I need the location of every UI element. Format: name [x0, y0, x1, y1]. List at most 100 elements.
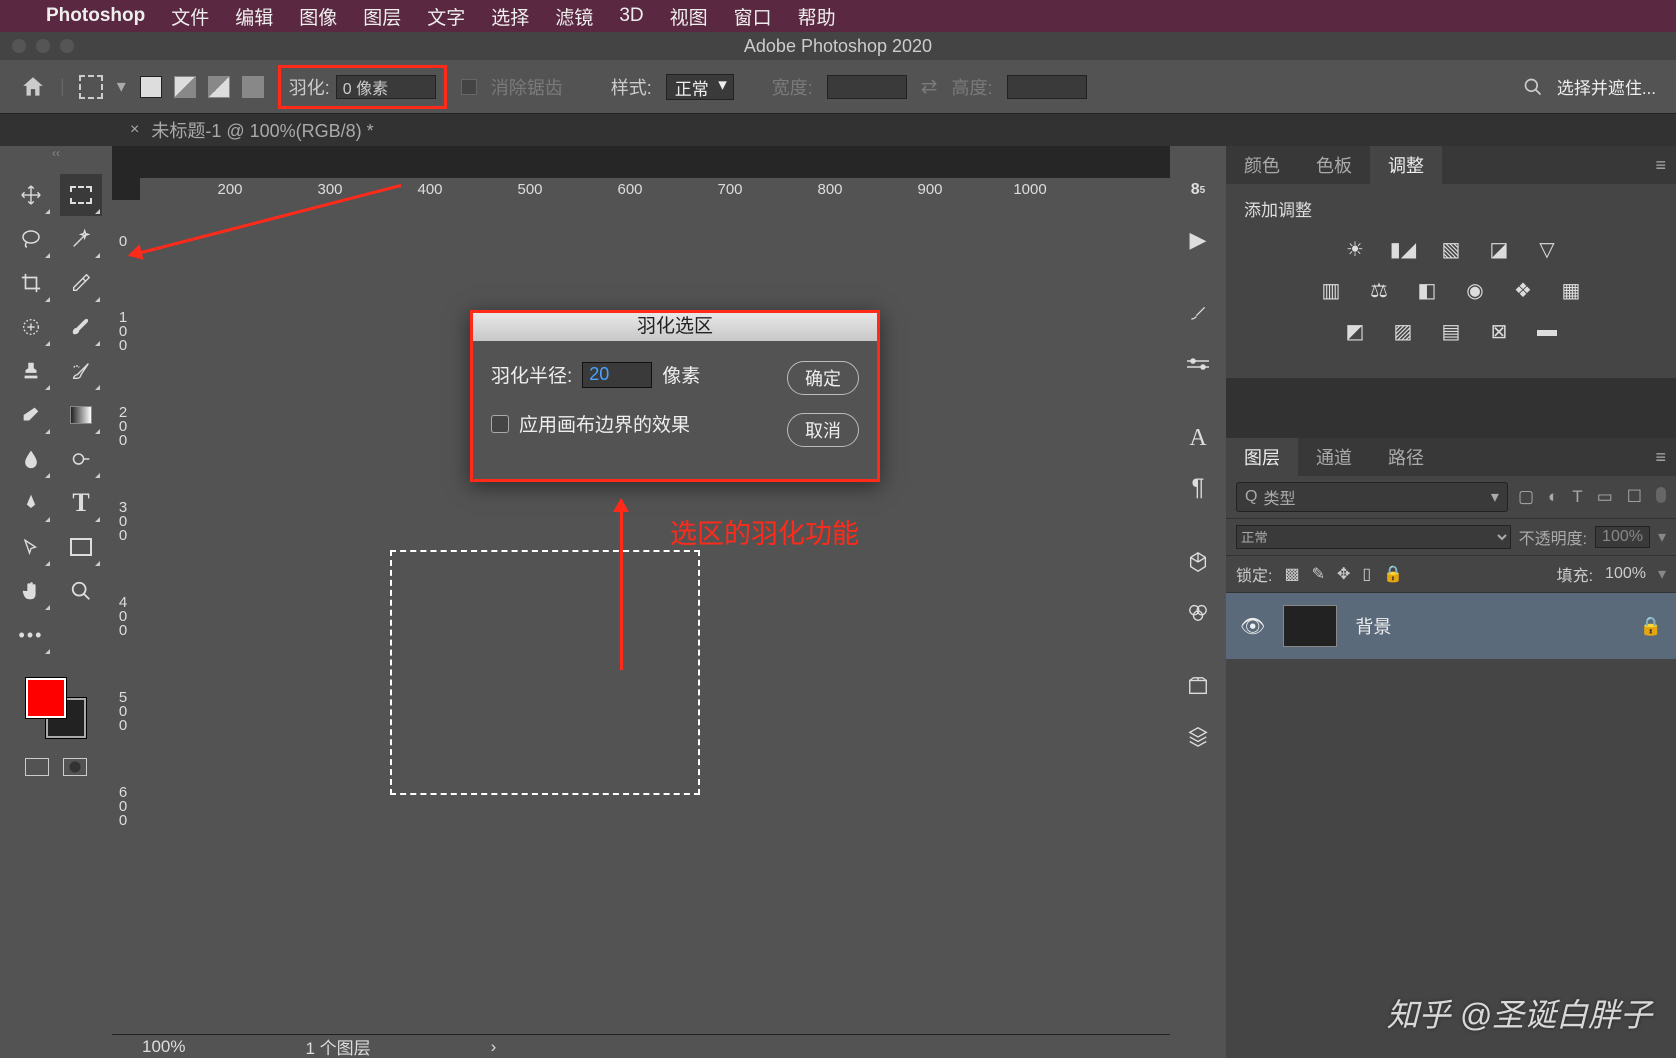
ok-button[interactable]: 确定	[787, 361, 859, 395]
adj-vibrance-icon[interactable]: ▽	[1533, 237, 1561, 262]
traffic-lights[interactable]	[12, 39, 74, 53]
sel-sub-icon[interactable]	[208, 76, 230, 98]
filter-adjust-icon[interactable]: ◐	[1548, 487, 1558, 507]
sel-add-icon[interactable]	[174, 76, 196, 98]
tab-close-icon[interactable]: ×	[130, 121, 139, 139]
menu-help[interactable]: 帮助	[798, 3, 836, 30]
feather-input[interactable]	[336, 75, 436, 99]
magic-wand-tool[interactable]	[60, 218, 102, 260]
canvas[interactable]: 羽化选区 羽化半径: 像素 应用画布边界的效果	[140, 200, 1170, 1034]
tool-preset-icon[interactable]	[79, 75, 103, 99]
app-name[interactable]: Photoshop	[46, 5, 145, 27]
pen-tool[interactable]	[10, 482, 52, 524]
adj-colorbalance-icon[interactable]: ⚖	[1365, 278, 1393, 303]
lasso-tool[interactable]	[10, 218, 52, 260]
eyedropper-tool[interactable]	[60, 262, 102, 304]
adj-levels-icon[interactable]: ▮◢	[1389, 237, 1417, 262]
lock-pos-icon[interactable]: ✥	[1337, 564, 1350, 584]
mask-modes[interactable]	[25, 758, 87, 776]
gradient-tool[interactable]	[60, 394, 102, 436]
quickmask-mode-icon[interactable]	[63, 758, 87, 776]
tab-swatches[interactable]: 色板	[1298, 146, 1370, 184]
crop-tool[interactable]	[10, 262, 52, 304]
type-tool[interactable]: T	[60, 482, 102, 524]
edit-toolbar[interactable]: •••	[10, 614, 52, 656]
brush-tool[interactable]	[60, 306, 102, 348]
menu-file[interactable]: 文件	[171, 3, 209, 30]
filter-smart-icon[interactable]: ☐	[1627, 487, 1642, 507]
tab-color[interactable]: 颜色	[1226, 146, 1298, 184]
style-select[interactable]: 正常 ▾	[666, 74, 734, 100]
adj-invert-icon[interactable]: ◩	[1341, 319, 1369, 344]
adj-channelmixer-icon[interactable]: ❖	[1509, 278, 1537, 303]
hand-tool[interactable]	[10, 570, 52, 612]
layer-kind-filter[interactable]: Q 类型 ▾	[1236, 482, 1508, 512]
menu-select[interactable]: 选择	[491, 3, 529, 30]
filter-type-icon[interactable]: T	[1572, 487, 1582, 507]
layer-background[interactable]: 👁 背景 🔒	[1226, 593, 1676, 659]
menu-filter[interactable]: 滤镜	[555, 3, 593, 30]
home-icon[interactable]	[20, 74, 46, 100]
menu-edit[interactable]: 编辑	[235, 3, 273, 30]
filter-shape-icon[interactable]: ▭	[1597, 487, 1613, 507]
filter-pixel-icon[interactable]: ▢	[1518, 487, 1534, 507]
adj-selectivecolor-icon[interactable]: ⊠	[1485, 319, 1513, 344]
menu-window[interactable]: 窗口	[734, 3, 772, 30]
toolbar-collapse-icon[interactable]: ‹‹	[0, 146, 112, 162]
zoom-tool[interactable]	[60, 570, 102, 612]
radius-input[interactable]	[582, 362, 652, 388]
foreground-color[interactable]	[26, 678, 66, 718]
standard-mode-icon[interactable]	[25, 758, 49, 776]
apply-canvas-checkbox[interactable]	[491, 415, 509, 433]
lock-image-icon[interactable]: ✎	[1312, 564, 1325, 584]
stamp-tool[interactable]	[10, 350, 52, 392]
menu-image[interactable]: 图像	[299, 3, 337, 30]
layer-lock-icon[interactable]: 🔒	[1640, 616, 1662, 637]
adj-curves-icon[interactable]: ▧	[1437, 237, 1465, 262]
menu-layer[interactable]: 图层	[363, 3, 401, 30]
color-swatch[interactable]	[26, 678, 86, 738]
select-and-mask-button[interactable]: 选择并遮住...	[1557, 74, 1656, 99]
blur-tool[interactable]	[10, 438, 52, 480]
3d-icon[interactable]	[1179, 540, 1217, 584]
libraries-icon[interactable]	[1179, 664, 1217, 708]
adj-photofilter-icon[interactable]: ◉	[1461, 278, 1489, 303]
layers-menu-icon[interactable]: ≡	[1655, 447, 1666, 468]
search-icon[interactable]	[1523, 77, 1543, 97]
tab-layers[interactable]: 图层	[1226, 438, 1298, 476]
marquee-selection[interactable]	[390, 550, 700, 795]
adj-hue-icon[interactable]: ▥	[1317, 278, 1345, 303]
layer-thumbnail[interactable]	[1283, 605, 1337, 647]
ruler-vertical[interactable]: 0100200300400500600	[112, 200, 140, 1034]
tab-adjustments[interactable]: 调整	[1370, 146, 1442, 184]
cancel-button[interactable]: 取消	[787, 413, 859, 447]
menu-type[interactable]: 文字	[427, 3, 465, 30]
layer-name[interactable]: 背景	[1355, 613, 1391, 639]
adj-colorlookup-icon[interactable]: ▦	[1557, 278, 1585, 303]
lock-trans-icon[interactable]: ▩	[1284, 564, 1299, 584]
layers-icon[interactable]	[1179, 714, 1217, 758]
move-tool[interactable]	[10, 174, 52, 216]
info-chevron-icon[interactable]: ›	[491, 1037, 497, 1057]
filter-toggle-icon[interactable]	[1656, 487, 1666, 503]
adj-exposure-icon[interactable]: ◪	[1485, 237, 1513, 262]
opacity-value[interactable]: 100%	[1595, 526, 1650, 548]
doc-info[interactable]: 1 个图层	[305, 1034, 370, 1058]
layer-visibility-icon[interactable]: 👁	[1240, 614, 1265, 639]
panel-icon-85[interactable]: 85	[1179, 168, 1217, 212]
panel-menu-icon[interactable]: ≡	[1655, 155, 1666, 176]
sel-new-icon[interactable]	[140, 76, 162, 98]
ruler-horizontal[interactable]: 2003004005006007008009001000	[140, 178, 1170, 200]
materials-icon[interactable]	[1179, 590, 1217, 634]
dodge-tool[interactable]	[60, 438, 102, 480]
adj-gradientmap-icon[interactable]: ▬	[1533, 319, 1561, 344]
brush-settings-icon[interactable]	[1179, 342, 1217, 386]
adj-threshold-icon[interactable]: ▤	[1437, 319, 1465, 344]
sel-int-icon[interactable]	[242, 76, 264, 98]
tab-channels[interactable]: 通道	[1298, 438, 1370, 476]
menu-view[interactable]: 视图	[670, 3, 708, 30]
lock-artboard-icon[interactable]: ▯	[1362, 564, 1371, 584]
zoom-level[interactable]: 100%	[142, 1037, 185, 1057]
paragraph-icon[interactable]: ¶	[1179, 466, 1217, 510]
marquee-tool[interactable]	[60, 174, 102, 216]
